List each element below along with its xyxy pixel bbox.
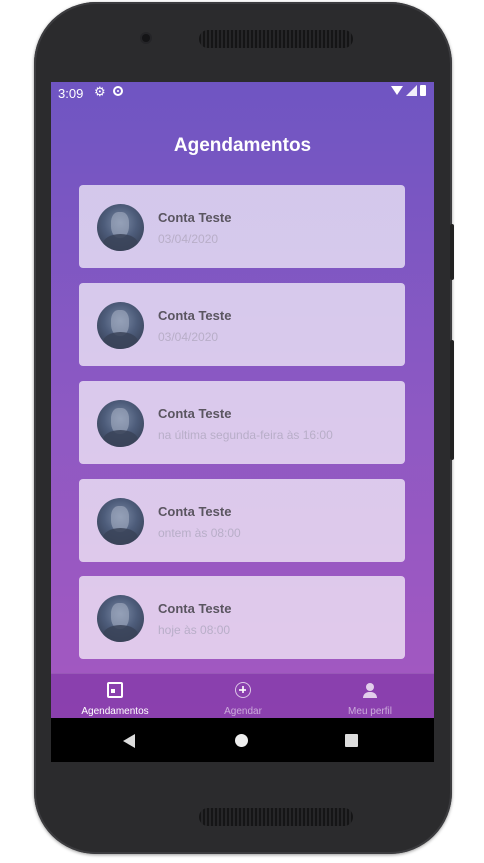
appointment-name: Conta Teste (158, 308, 232, 323)
appointment-card[interactable]: Conta Teste ontem às 08:00 (79, 479, 405, 562)
calendar-icon (107, 682, 123, 698)
bottom-navigation: Agendamentos Agendar Meu perfil (51, 673, 434, 719)
signal-icon (406, 85, 417, 96)
sync-icon (113, 86, 123, 96)
avatar (97, 498, 144, 545)
appointment-date: 03/04/2020 (158, 232, 219, 246)
avatar (97, 204, 144, 251)
appointment-date: 03/04/2020 (158, 330, 219, 344)
status-time: 3:09 (58, 86, 84, 101)
appointment-card[interactable]: Conta Teste 03/04/2020 (79, 283, 405, 366)
person-icon (362, 682, 378, 698)
settings-gear-icon: ⚙ (94, 84, 106, 99)
back-icon[interactable] (123, 734, 135, 748)
nav-label: Meu perfil (348, 706, 392, 717)
appointment-name: Conta Teste (158, 210, 232, 225)
avatar (97, 400, 144, 447)
appointment-name: Conta Teste (158, 601, 232, 616)
bottom-speaker (199, 808, 353, 826)
appointment-card[interactable]: Conta Teste na última segunda-feira às 1… (79, 381, 405, 464)
appointment-date: hoje às 08:00 (158, 623, 231, 637)
appointment-date: ontem às 08:00 (158, 526, 241, 540)
page-title: Agendamentos (173, 135, 312, 156)
avatar (97, 302, 144, 349)
add-circle-icon (235, 682, 251, 698)
home-icon[interactable] (235, 734, 248, 747)
system-navigation-bar (51, 718, 434, 762)
avatar (97, 595, 144, 642)
battery-icon (420, 85, 426, 96)
power-button (450, 340, 454, 460)
wifi-icon (391, 86, 403, 95)
recent-apps-icon[interactable] (345, 734, 358, 747)
nav-agendamentos[interactable]: Agendamentos (51, 674, 179, 719)
nav-meu-perfil[interactable]: Meu perfil (306, 674, 434, 719)
nav-label: Agendar (224, 706, 262, 717)
app-screen: 3:09 ⚙ Agendamentos Conta Teste 03/04/20… (51, 82, 434, 762)
appointment-card[interactable]: Conta Teste hoje às 08:00 (79, 576, 405, 659)
appointment-date: na última segunda-feira às 16:00 (158, 428, 333, 442)
appointment-name: Conta Teste (158, 406, 232, 421)
appointment-name: Conta Teste (158, 504, 232, 519)
appointment-card[interactable]: Conta Teste 03/04/2020 (79, 185, 405, 268)
nav-label: Agendamentos (81, 706, 149, 717)
status-icons (391, 85, 426, 96)
volume-button (450, 224, 454, 280)
front-camera (142, 34, 150, 42)
status-bar: 3:09 ⚙ (51, 82, 434, 104)
nav-agendar[interactable]: Agendar (179, 674, 307, 719)
top-speaker (199, 30, 353, 48)
